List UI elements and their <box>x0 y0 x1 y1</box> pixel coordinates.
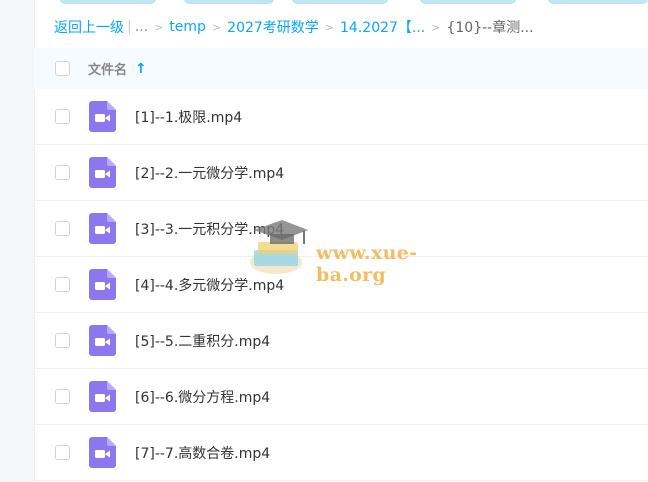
row-checkbox[interactable] <box>55 109 70 124</box>
top-tab-4[interactable] <box>420 0 516 4</box>
video-file-icon <box>89 381 116 412</box>
video-file-icon <box>89 437 116 468</box>
column-header-name[interactable]: 文件名 ↑ <box>88 59 147 79</box>
file-list: [1]--1.极限.mp4 [2]--2.一元微分学.mp4 [3]--3.一元积分… <box>34 89 648 481</box>
row-checkbox[interactable] <box>55 333 70 348</box>
file-name[interactable]: [6]--6.微分方程.mp4 <box>135 387 270 407</box>
chevron-right-icon: > <box>154 20 164 34</box>
row-checkbox[interactable] <box>55 221 70 236</box>
back-link[interactable]: 返回上一级 <box>54 17 124 37</box>
video-file-icon <box>89 157 116 188</box>
file-name[interactable]: [1]--1.极限.mp4 <box>135 107 242 127</box>
breadcrumb-item-math[interactable]: 2027考研数学 <box>227 17 319 37</box>
breadcrumb: 返回上一级 | ... > temp > 2027考研数学 > 14.2027【… <box>54 16 644 38</box>
file-row[interactable]: [5]--5.二重积分.mp4 <box>34 313 648 369</box>
file-row[interactable]: [2]--2.一元微分学.mp4 <box>34 145 648 201</box>
row-checkbox[interactable] <box>55 445 70 460</box>
top-tab-strip <box>34 0 648 6</box>
file-row[interactable]: [3]--3.一元积分学.mp4 <box>34 201 648 257</box>
chevron-right-icon: > <box>431 20 441 34</box>
top-tab-3[interactable] <box>292 0 388 4</box>
top-tab-1[interactable] <box>60 0 156 4</box>
row-checkbox[interactable] <box>55 277 70 292</box>
file-row[interactable]: [1]--1.极限.mp4 <box>34 89 648 145</box>
arrow-up-icon[interactable]: ↑ <box>135 61 147 77</box>
file-name[interactable]: [5]--5.二重积分.mp4 <box>135 331 270 351</box>
file-name[interactable]: [7]--7.高数合卷.mp4 <box>135 443 270 463</box>
file-row[interactable]: [7]--7.高数合卷.mp4 <box>34 425 648 481</box>
file-row[interactable]: [6]--6.微分方程.mp4 <box>34 369 648 425</box>
top-tab-2[interactable] <box>184 0 274 4</box>
file-name[interactable]: [2]--2.一元微分学.mp4 <box>135 163 284 183</box>
breadcrumb-item-course[interactable]: 14.2027【... <box>340 17 425 37</box>
select-all-checkbox[interactable] <box>55 61 70 76</box>
row-checkbox[interactable] <box>55 389 70 404</box>
left-sidebar <box>0 0 35 482</box>
breadcrumb-current: {10}--章测... <box>446 20 534 36</box>
video-file-icon <box>89 325 116 356</box>
file-list-header: 文件名 ↑ <box>34 48 648 89</box>
file-row[interactable]: [4]--4.多元微分学.mp4 <box>34 257 648 313</box>
file-name[interactable]: [4]--4.多元微分学.mp4 <box>135 275 284 295</box>
column-name-label: 文件名 <box>88 63 128 78</box>
video-file-icon <box>89 213 116 244</box>
breadcrumb-more[interactable]: ... <box>135 19 148 35</box>
row-checkbox[interactable] <box>55 165 70 180</box>
video-file-icon <box>89 101 116 132</box>
video-file-icon <box>89 269 116 300</box>
breadcrumb-item-temp[interactable]: temp <box>169 19 206 35</box>
chevron-right-icon: > <box>324 20 335 34</box>
file-name[interactable]: [3]--3.一元积分学.mp4 <box>135 219 284 239</box>
top-tab-5[interactable] <box>548 0 648 4</box>
breadcrumb-divider: | <box>127 19 132 35</box>
chevron-right-icon: > <box>211 20 222 34</box>
